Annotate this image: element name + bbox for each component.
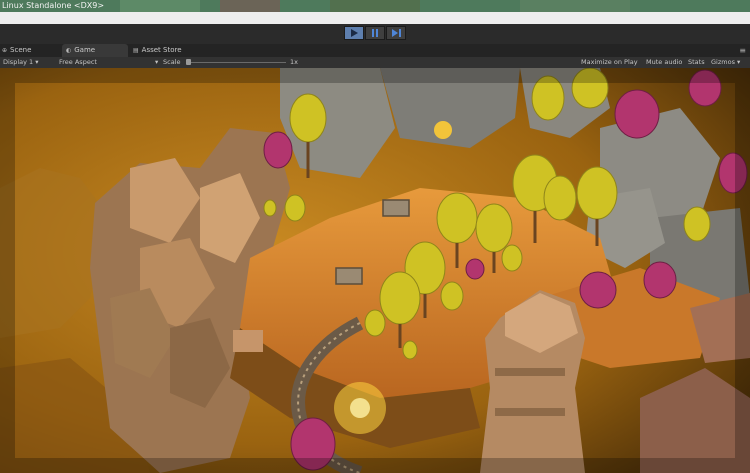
tab-game-label: Game <box>74 46 96 54</box>
scale-slider-track[interactable] <box>186 62 286 63</box>
window-titlebar: Linux Standalone <DX9> <box>0 0 750 12</box>
chevron-down-icon: ▾ <box>35 58 39 66</box>
chevron-down-icon: ▾ <box>737 58 741 66</box>
step-icon <box>391 29 401 37</box>
tab-asset-store-label: Asset Store <box>141 46 182 54</box>
display-label: Display 1 <box>3 58 34 66</box>
tab-game[interactable]: ◐ Game <box>62 44 128 57</box>
view-tabs: ⊕ Scene ◐ Game ▤ Asset Store ≡ <box>0 44 750 57</box>
maximize-on-play-toggle[interactable]: Maximize on Play <box>581 57 638 68</box>
tab-scene-label: Scene <box>10 46 32 54</box>
titlebar-decoration <box>120 0 200 12</box>
tab-scene[interactable]: ⊕ Scene <box>0 44 60 57</box>
stats-toggle[interactable]: Stats <box>688 57 705 68</box>
tab-asset-store[interactable]: ▤ Asset Store <box>130 44 213 57</box>
gizmos-dropdown[interactable]: Gizmos ▾ <box>711 57 740 68</box>
aspect-chevron-icon[interactable]: ▾ <box>155 57 158 68</box>
game-viewport[interactable] <box>0 68 750 473</box>
pause-icon <box>372 29 378 37</box>
scale-slider-handle[interactable] <box>186 59 191 65</box>
display-dropdown[interactable]: Display 1 ▾ <box>3 57 39 68</box>
scale-value: 1x <box>290 58 298 66</box>
play-button[interactable] <box>344 26 364 40</box>
mute-audio-toggle[interactable]: Mute audio <box>646 57 682 68</box>
aspect-label: Free Aspect <box>59 58 97 66</box>
titlebar-decoration <box>330 0 420 12</box>
game-icon: ◐ <box>66 47 72 54</box>
window-title: Linux Standalone <DX9> <box>2 1 105 10</box>
scale-label: Scale <box>163 58 181 66</box>
titlebar-decoration <box>520 0 630 12</box>
titlebar-decoration <box>220 0 280 12</box>
play-icon <box>351 29 358 37</box>
game-scene-render <box>0 68 750 473</box>
scene-icon: ⊕ <box>2 47 8 54</box>
playmode-controls <box>344 26 406 40</box>
store-icon: ▤ <box>133 47 139 54</box>
tab-options-icon[interactable]: ≡ <box>739 45 746 56</box>
aspect-dropdown[interactable]: Free Aspect <box>59 57 97 68</box>
step-button[interactable] <box>386 26 406 40</box>
pause-button[interactable] <box>365 26 385 40</box>
gizmos-label: Gizmos <box>711 58 735 66</box>
